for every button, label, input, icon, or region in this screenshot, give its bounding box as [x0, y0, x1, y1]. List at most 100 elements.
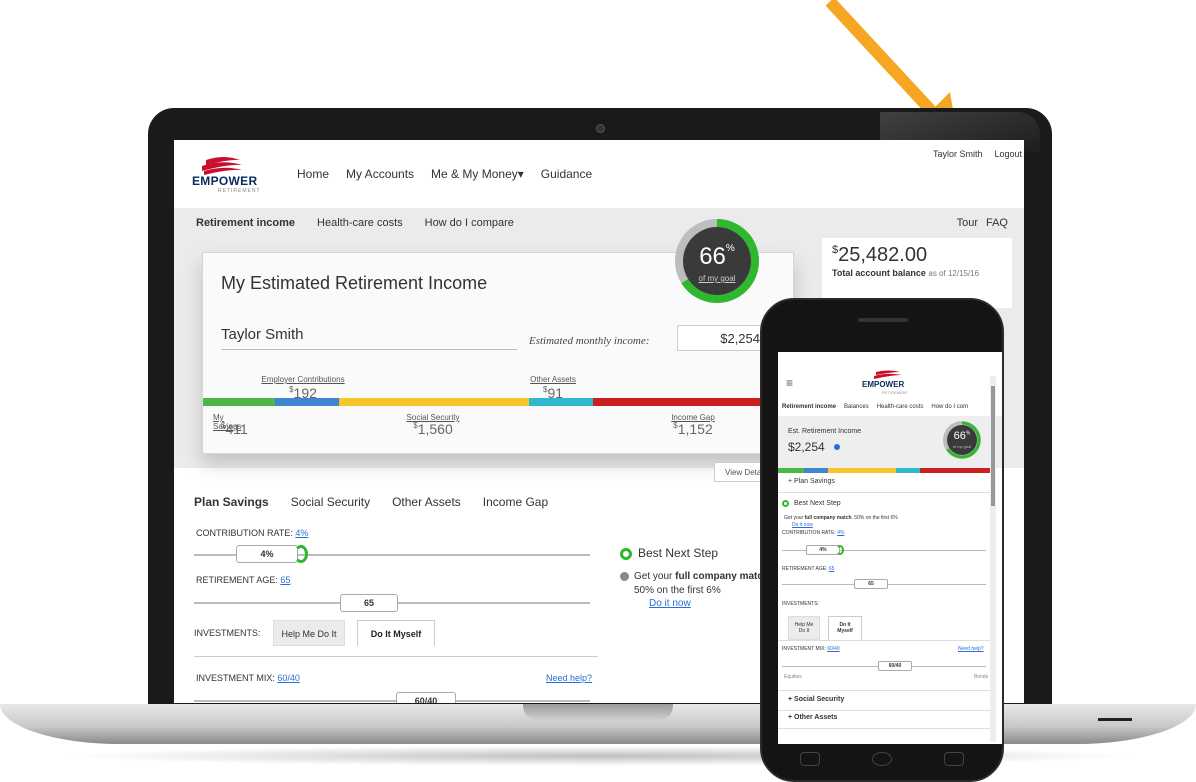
retirement-age-label: RETIREMENT AGE: 65: [196, 575, 291, 585]
phone-tab-help-me-do-it[interactable]: Help Me Do It: [788, 616, 820, 640]
phone-divider: [778, 728, 990, 729]
investment-mix-slider-track[interactable]: [194, 700, 590, 702]
phone-bar-other-assets: [896, 468, 920, 473]
user-name-link[interactable]: Taylor Smith: [933, 149, 983, 159]
phone-tabs: Retirement income Balances Health-care c…: [782, 404, 968, 410]
contribution-rate-link[interactable]: 4%: [295, 528, 308, 538]
webcam-icon: [596, 124, 605, 133]
phone-tab-do-it-myself[interactable]: Do It Myself: [828, 616, 862, 640]
phone-tab-how-do-i-compare[interactable]: How do I com: [931, 404, 968, 410]
tab-do-it-myself[interactable]: Do It Myself: [357, 620, 435, 646]
logo-wordmark: EMPOWER: [192, 174, 258, 188]
goal-percentage: 66%: [699, 243, 735, 270]
tab-income-gap[interactable]: Income Gap: [483, 495, 548, 509]
phone-bar-employer: [804, 468, 828, 473]
phone-need-help-link[interactable]: Need help?: [958, 646, 984, 652]
phone-investment-mix-label: INVESTMENT MIX: 60/40: [782, 646, 840, 652]
card-divider: [221, 349, 517, 350]
estimated-income-value: $2,254: [677, 325, 767, 351]
segment-value-social-security: $1,560: [413, 421, 453, 437]
phone-back-button[interactable]: [800, 752, 820, 766]
phone-divider: [778, 492, 990, 493]
phone-other-assets-toggle[interactable]: + Other Assets: [788, 714, 837, 721]
phone-bar-my-savings: [778, 468, 804, 473]
contribution-slider-value[interactable]: 4%: [236, 545, 298, 563]
tab-plan-savings[interactable]: Plan Savings: [194, 495, 269, 509]
top-navigation-bar: EMPOWER RETIREMENT Home My Accounts Me &…: [174, 140, 1024, 206]
info-icon[interactable]: [834, 444, 840, 450]
income-breakdown-bar: [203, 398, 795, 406]
best-next-step-icon: [620, 548, 632, 560]
investments-divider: [194, 656, 598, 657]
account-balance-label: Total account balance as of 12/15/16: [832, 268, 980, 278]
tab-retirement-income[interactable]: Retirement income: [196, 217, 295, 229]
retirement-age-link[interactable]: 65: [280, 575, 290, 585]
phone-goal-link[interactable]: of my goal: [942, 444, 982, 449]
goal-link[interactable]: of my goal: [684, 274, 750, 283]
tab-help-me-do-it[interactable]: Help Me Do It: [273, 620, 345, 646]
phone-bonds-label: Bonds: [974, 674, 989, 680]
phone-do-it-now-link[interactable]: Do it now: [792, 522, 813, 528]
main-nav: Home My Accounts Me & My Money▾ Guidance: [297, 167, 592, 181]
phone-search-button[interactable]: [944, 752, 964, 766]
phone-best-next-step-icon: [782, 500, 789, 507]
segment-label-employer[interactable]: Employer Contributions: [243, 375, 363, 384]
contribution-rate-label: CONTRIBUTION RATE: 4%: [196, 528, 309, 538]
phone-tab-retirement-income[interactable]: Retirement income: [782, 404, 836, 410]
phone-plan-savings-toggle[interactable]: + Plan Savings: [788, 478, 835, 485]
phone-goal-percentage: 66%: [953, 430, 971, 442]
phone-contribution-label: CONTRIBUTION RATE: 4%: [782, 530, 845, 536]
tab-health-care-costs[interactable]: Health-care costs: [317, 217, 403, 229]
segment-value-my-savings: $411: [221, 421, 248, 437]
phone-best-next-step-text: Get your full company match. 50% on the …: [784, 515, 898, 521]
phone-retirement-value[interactable]: 65: [854, 579, 888, 589]
phone-mix-value[interactable]: 60/40: [878, 661, 912, 671]
phone-home-button[interactable]: [872, 752, 892, 766]
account-balance-amount: $25,482.00: [832, 244, 928, 266]
hamburger-menu-icon[interactable]: ≡: [786, 376, 793, 390]
nav-me-and-my-money[interactable]: Me & My Money▾: [431, 167, 524, 181]
bar-segment-employer: [275, 398, 339, 406]
participant-name: Taylor Smith: [221, 326, 304, 343]
retirement-age-slider-value[interactable]: 65: [340, 594, 398, 612]
faq-link[interactable]: FAQ: [986, 217, 1008, 229]
nav-my-accounts[interactable]: My Accounts: [346, 167, 414, 181]
segment-label-other-assets[interactable]: Other Assets: [503, 375, 603, 384]
phone-bar-social-security: [828, 468, 896, 473]
phone-divider: [778, 710, 990, 711]
subtabs: Retirement income Health-care costs How …: [196, 217, 514, 229]
phone-contribution-value[interactable]: 4%: [806, 545, 840, 555]
tab-social-security[interactable]: Social Security: [291, 495, 370, 509]
investment-mix-slider-value[interactable]: 60/40: [396, 692, 456, 703]
need-help-link[interactable]: Need help?: [546, 673, 592, 683]
laptop-indicator: [1098, 718, 1132, 721]
phone-best-next-step-title: Best Next Step: [794, 500, 841, 507]
phone-income-bar: [778, 468, 990, 473]
nav-guidance[interactable]: Guidance: [541, 167, 592, 181]
phone-est-income-label: Est. Retirement Income: [788, 428, 862, 435]
phone-screen: ≡ EMPOWER RETIREMENT Retirement income B…: [778, 352, 1002, 744]
best-next-step-text: Get your full company match 50% on the fi…: [634, 571, 770, 596]
tab-other-assets[interactable]: Other Assets: [392, 495, 461, 509]
do-it-now-link[interactable]: Do it now: [649, 598, 691, 609]
phone-equities-label: Equities: [784, 674, 802, 680]
investment-mix-link[interactable]: 60/40: [277, 673, 300, 683]
contribution-slider-handle[interactable]: [294, 545, 308, 563]
phone-contribution-handle[interactable]: [836, 545, 844, 555]
phone-est-income-value: $2,254: [788, 440, 825, 454]
phone-social-security-toggle[interactable]: + Social Security: [788, 696, 844, 703]
logout-link[interactable]: Logout: [994, 149, 1022, 159]
phone-logo-subtitle: RETIREMENT: [882, 390, 908, 395]
investments-label: INVESTMENTS:: [194, 628, 261, 638]
phone-divider: [778, 640, 990, 641]
bar-segment-social-security: [339, 398, 529, 406]
phone-scrollbar-thumb[interactable]: [991, 386, 995, 506]
phone-tab-health-care-costs[interactable]: Health-care costs: [877, 404, 924, 410]
phone-tab-balances[interactable]: Balances: [844, 404, 869, 410]
nav-home[interactable]: Home: [297, 167, 329, 181]
estimated-income-label: Estimated monthly income:: [529, 335, 650, 347]
logo-subtitle: RETIREMENT: [218, 188, 261, 194]
tab-how-do-i-compare[interactable]: How do I compare: [425, 217, 514, 229]
bar-segment-other-assets: [529, 398, 593, 406]
tour-link[interactable]: Tour: [957, 217, 978, 229]
